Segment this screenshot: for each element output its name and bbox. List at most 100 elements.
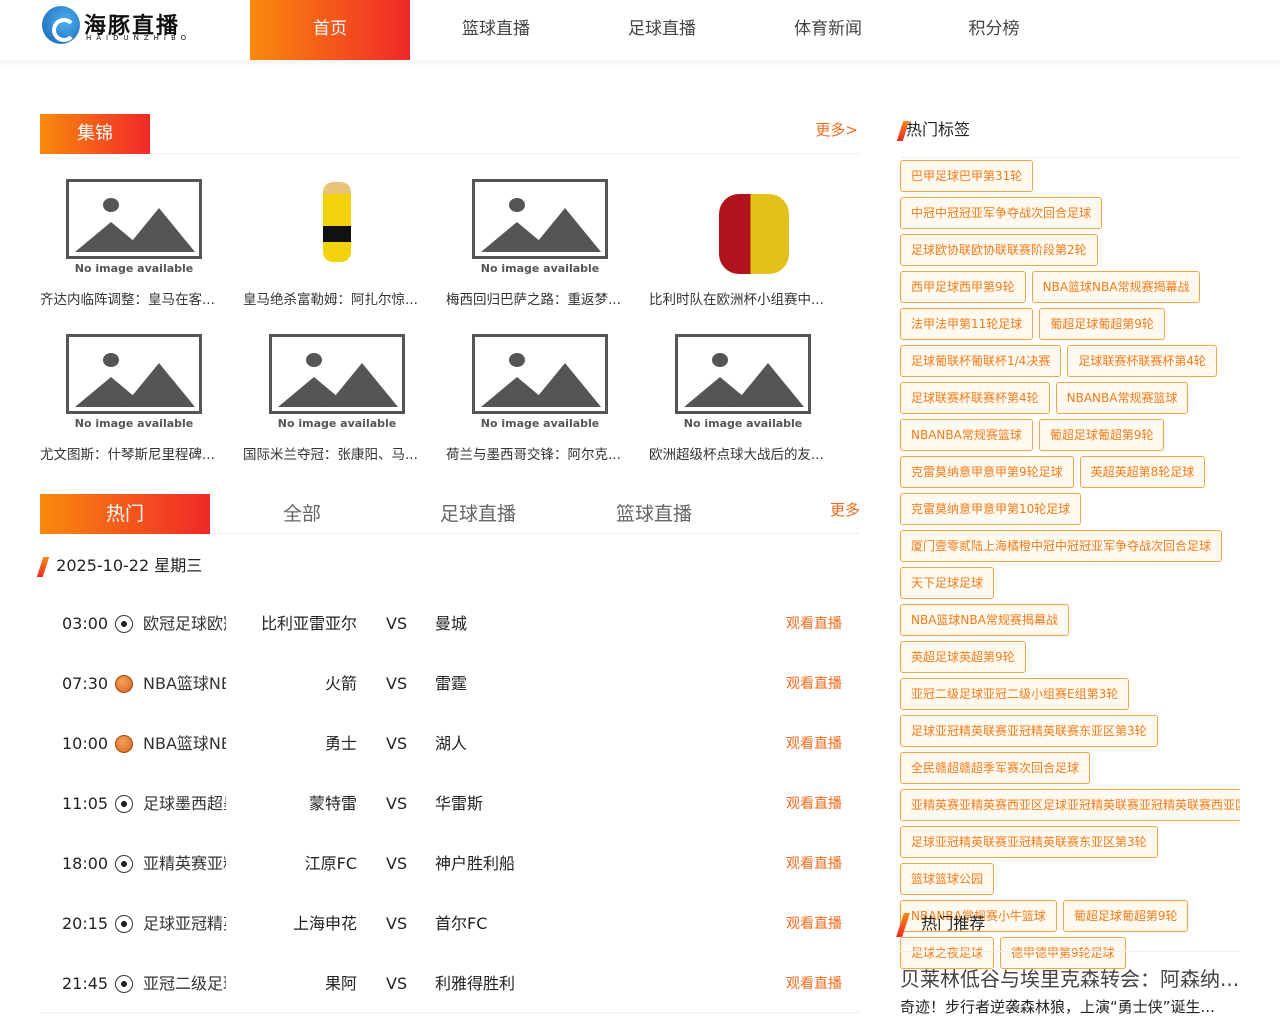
no-image-label: No image available xyxy=(74,416,194,430)
tab-hot[interactable]: 热门 xyxy=(40,494,210,534)
tag-link[interactable]: 足球联赛杯联赛杯第4轮 xyxy=(900,382,1050,414)
highlight-caption[interactable]: 欧洲超级杯点球大战后的友... xyxy=(649,443,837,463)
soccer-ball-icon xyxy=(115,795,133,813)
match-league: 欧冠足球欧冠 xyxy=(143,614,226,633)
highlight-caption[interactable]: 国际米兰夺冠：张康阳、马... xyxy=(243,443,431,463)
tag-link[interactable]: 厦门壹零贰陆上海橘橙中冠中冠冠亚军争夺战次回合足球 xyxy=(900,530,1223,562)
highlight-image[interactable]: No image available xyxy=(649,329,837,434)
header: 海豚直播 HAIDUNZHIBO 首页 篮球直播 足球直播 体育新闻 积分榜 xyxy=(0,0,1280,60)
highlights-more-link[interactable]: 更多> xyxy=(815,119,858,140)
highlight-caption[interactable]: 皇马绝杀富勒姆：阿扎尔惊... xyxy=(243,288,431,308)
match-row: 11:05 足球墨西超墨 蒙特雷 VS 华雷斯 观看直播 xyxy=(40,792,860,852)
tag-link[interactable]: 葡超足球葡超第9轮 xyxy=(1039,308,1165,340)
tag-link[interactable]: 英超英超第8轮足球 xyxy=(1079,456,1206,488)
tag-link[interactable]: 中冠中冠冠亚军争夺战次回合足球 xyxy=(900,197,1103,229)
tag-link[interactable]: NBA篮球NBA常规赛揭幕战 xyxy=(1031,271,1201,303)
rec-item[interactable]: 贝莱林低谷与埃里克森转会：阿森纳... xyxy=(900,963,1240,992)
watch-live-link[interactable]: 观看直播 xyxy=(786,852,842,876)
match-row: 03:00 欧冠足球欧冠 比利亚雷亚尔 VS 曼城 观看直播 xyxy=(40,612,860,672)
highlight-card[interactable]: No image available 齐达内临阵调整：皇马在客... xyxy=(40,174,228,308)
watch-live-link[interactable]: 观看直播 xyxy=(786,972,842,996)
nav-standings[interactable]: 积分榜 xyxy=(911,0,1077,60)
tag-link[interactable]: 足球联赛杯联赛杯第4轮 xyxy=(1067,345,1217,377)
schedule-more-link[interactable]: 更多 xyxy=(830,499,860,520)
highlight-caption[interactable]: 比利时队在欧洲杯小组赛中... xyxy=(649,288,837,308)
hot-tags-header: 热门标签 xyxy=(896,116,1240,158)
vs-label: VS xyxy=(386,974,408,993)
tag-link[interactable]: 足球葡联杯葡联杯1/4决赛 xyxy=(900,345,1062,377)
tag-link[interactable]: 亚精英赛亚精英赛西亚区足球亚冠精英联赛亚冠精英联赛西亚区第3轮 xyxy=(900,789,1240,821)
no-image-label: No image available xyxy=(480,416,600,430)
highlight-caption[interactable]: 荷兰与墨西哥交锋：阿尔克... xyxy=(446,443,634,463)
match-league: 足球亚冠精英 xyxy=(143,914,226,933)
nav-basketball-live[interactable]: 篮球直播 xyxy=(413,0,579,60)
logo[interactable]: 海豚直播 HAIDUNZHIBO xyxy=(42,6,202,46)
nav-sports-news[interactable]: 体育新闻 xyxy=(745,0,911,60)
rec-item[interactable]: 奇迹！步行者逆袭森林狼，上演“勇士侠”诞生... xyxy=(900,996,1240,1017)
highlight-card[interactable]: 比利时队在欧洲杯小组赛中... xyxy=(649,174,837,308)
vs-label: VS xyxy=(386,614,408,633)
hot-tags-title: 热门标签 xyxy=(906,120,971,139)
match-row: 18:00 亚精英赛亚精 江原FC VS 神户胜利船 观看直播 xyxy=(40,852,860,912)
tag-link[interactable]: 足球亚冠精英联赛亚冠精英联赛东亚区第3轮 xyxy=(900,826,1158,858)
match-time: 03:00 xyxy=(62,614,109,633)
watch-live-link[interactable]: 观看直播 xyxy=(786,912,842,936)
highlight-image[interactable]: No image available xyxy=(40,329,228,434)
watch-live-link[interactable]: 观看直播 xyxy=(786,612,842,636)
watch-live-link[interactable]: 观看直播 xyxy=(786,792,842,816)
watch-live-link[interactable]: 观看直播 xyxy=(786,732,842,756)
tag-link[interactable]: NBANBA常规赛篮球 xyxy=(1055,382,1189,414)
tag-link[interactable]: 克雷莫纳意甲意甲第10轮足球 xyxy=(900,493,1082,525)
nav-home[interactable]: 首页 xyxy=(250,0,410,60)
highlight-caption[interactable]: 梅西回归巴萨之路：重返梦... xyxy=(446,288,634,308)
tag-link[interactable]: 克雷莫纳意甲意甲第9轮足球 xyxy=(900,456,1074,488)
tag-link[interactable]: 足球亚冠精英联赛亚冠精英联赛东亚区第3轮 xyxy=(900,715,1158,747)
tab-all[interactable]: 全部 xyxy=(217,494,387,534)
tab-basketball-live[interactable]: 篮球直播 xyxy=(569,494,739,534)
highlight-caption[interactable]: 尤文图斯：什琴斯尼里程碑... xyxy=(40,443,228,463)
highlight-card[interactable]: No image available 荷兰与墨西哥交锋：阿尔克... xyxy=(446,329,634,463)
tab-football-live[interactable]: 足球直播 xyxy=(393,494,563,534)
highlight-image[interactable]: No image available xyxy=(243,329,431,434)
highlight-image[interactable] xyxy=(649,174,837,279)
match-league: NBA篮球NBA xyxy=(143,734,226,753)
away-team: 曼城 xyxy=(435,614,468,633)
highlight-caption[interactable]: 齐达内临阵调整：皇马在客... xyxy=(40,288,228,308)
tag-link[interactable]: 西甲足球西甲第9轮 xyxy=(900,271,1026,303)
tag-link[interactable]: 天下足球足球 xyxy=(900,567,995,599)
tag-link[interactable]: 全民赣超赣超季军赛次回合足球 xyxy=(900,752,1091,784)
away-team: 湖人 xyxy=(435,734,468,753)
watch-live-link[interactable]: 观看直播 xyxy=(786,672,842,696)
slash-icon xyxy=(36,556,50,577)
hot-tags-list: 巴甲足球巴甲第31轮中冠中冠冠亚军争夺战次回合足球足球欧协联欧协联联赛阶段第2轮… xyxy=(900,160,1240,974)
tag-link[interactable]: 英超足球英超第9轮 xyxy=(900,641,1026,673)
highlight-card[interactable]: 皇马绝杀富勒姆：阿扎尔惊... xyxy=(243,174,431,308)
highlight-card[interactable]: No image available 欧洲超级杯点球大战后的友... xyxy=(649,329,837,463)
tag-link[interactable]: NBANBA常规赛篮球 xyxy=(900,419,1033,451)
no-image-icon xyxy=(66,178,202,259)
tag-link[interactable]: 足球欧协联欧协联联赛阶段第2轮 xyxy=(900,234,1098,266)
soccer-ball-icon xyxy=(115,615,133,633)
vs-label: VS xyxy=(386,854,408,873)
highlight-image[interactable]: No image available xyxy=(446,174,634,279)
tag-link[interactable]: 亚冠二级足球亚冠二级小组赛E组第3轮 xyxy=(900,678,1130,710)
highlight-image[interactable]: No image available xyxy=(446,329,634,434)
match-time: 07:30 xyxy=(62,674,109,693)
home-team: 比利亚雷亚尔 xyxy=(260,614,357,633)
no-image-icon xyxy=(66,333,202,414)
tag-link[interactable]: 法甲法甲第11轮足球 xyxy=(900,308,1034,340)
highlight-card[interactable]: No image available 梅西回归巴萨之路：重返梦... xyxy=(446,174,634,308)
match-time: 21:45 xyxy=(62,974,109,993)
tag-link[interactable]: 巴甲足球巴甲第31轮 xyxy=(900,160,1034,192)
nav-football-live[interactable]: 足球直播 xyxy=(579,0,745,60)
highlight-card[interactable]: No image available 国际米兰夺冠：张康阳、马... xyxy=(243,329,431,463)
tag-link[interactable]: 篮球篮球公园 xyxy=(900,863,995,895)
match-row: 07:30 NBA篮球NBA 火箭 VS 雷霆 观看直播 xyxy=(40,672,860,732)
tag-link[interactable]: NBA篮球NBA常规赛揭幕战 xyxy=(900,604,1069,636)
highlight-image[interactable] xyxy=(243,174,431,279)
tag-link[interactable]: 葡超足球葡超第9轮 xyxy=(1038,419,1165,451)
date-text: 2025-10-22 星期三 xyxy=(56,556,203,575)
highlights-title: 集锦 xyxy=(40,114,150,154)
highlight-card[interactable]: No image available 尤文图斯：什琴斯尼里程碑... xyxy=(40,329,228,463)
highlight-image[interactable]: No image available xyxy=(40,174,228,279)
